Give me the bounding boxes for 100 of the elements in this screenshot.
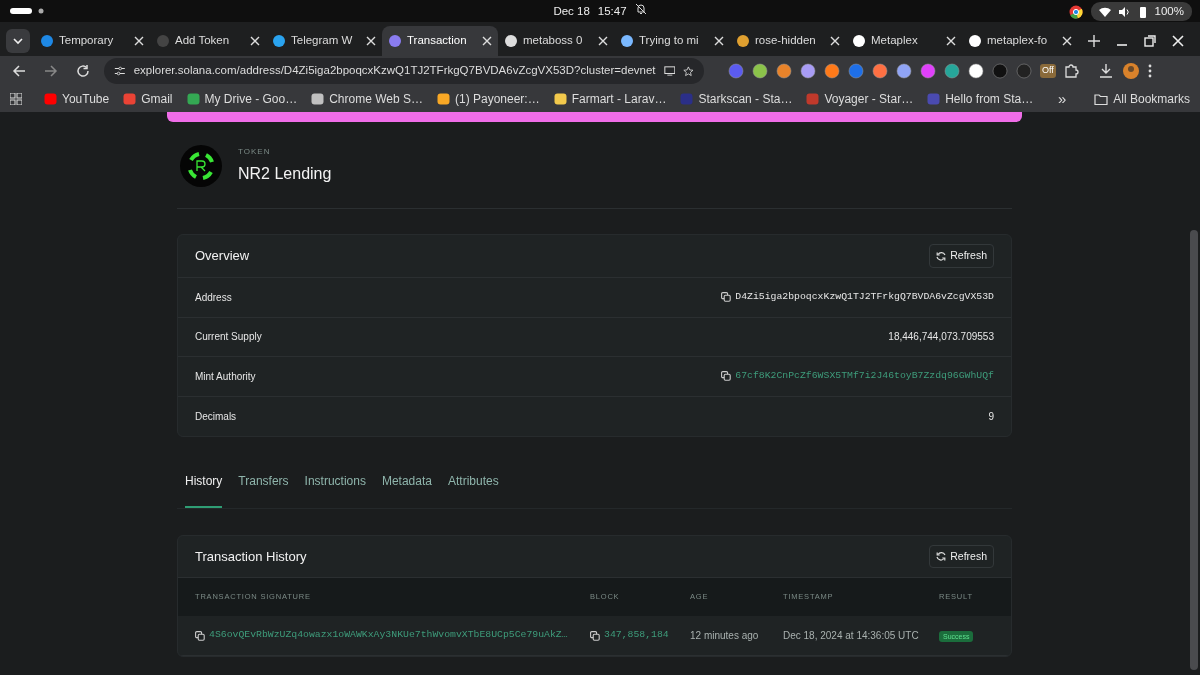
field-label: Address: [195, 290, 232, 305]
page-tab[interactable]: Transfers: [238, 462, 289, 508]
favicon-icon: [806, 93, 820, 105]
browser-tab[interactable]: Metaplex: [846, 26, 962, 56]
favicon-icon: [553, 93, 567, 105]
clock-date: Dec 18: [553, 4, 590, 19]
menu-icon[interactable]: [1147, 64, 1152, 78]
volume-icon: [1118, 6, 1131, 17]
token-name: NR2 Lending: [238, 164, 332, 184]
close-icon[interactable]: [1172, 35, 1184, 47]
timestamp-cell-text: Dec 18, 2024 at 14:36:05 UTC: [783, 629, 920, 643]
puzzle-piece-icon[interactable]: [1063, 63, 1080, 79]
signature-link[interactable]: 4S6ovQEvRbWzUZq4owazx1oWAWKxAy3NKUe7thWvomvXTbE8UCp5Ce79uAkZ…: [209, 628, 568, 643]
clock-time: 15:47: [597, 4, 627, 19]
status-menu[interactable]: 100%: [1090, 2, 1192, 22]
refresh-icon: [936, 250, 947, 262]
page-tab[interactable]: History: [185, 462, 223, 508]
copy-icon[interactable]: [721, 292, 732, 303]
token-logo-icon: [180, 145, 222, 187]
field-label: Current Supply: [195, 330, 262, 345]
close-icon[interactable]: [830, 36, 840, 46]
copy-icon[interactable]: [195, 630, 205, 641]
extension-icon[interactable]: [752, 63, 768, 79]
bookmark[interactable]: (1) Payoneer:…: [437, 90, 540, 108]
back-icon[interactable]: [12, 64, 26, 78]
bookmark[interactable]: My Drive - Goo…: [186, 90, 298, 108]
favicon-icon: [736, 34, 750, 48]
apps-grid-icon[interactable]: [10, 93, 22, 105]
close-icon[interactable]: [598, 36, 608, 46]
battery-percentage: 100%: [1154, 4, 1184, 19]
new-tab-icon[interactable]: [1088, 35, 1100, 47]
restore-icon[interactable]: [1144, 35, 1156, 47]
forward-icon[interactable]: [44, 64, 58, 78]
page-tab[interactable]: Metadata: [381, 462, 432, 508]
avatar-icon[interactable]: [1121, 62, 1140, 80]
close-icon[interactable]: [946, 36, 956, 46]
favicon-icon: [968, 34, 982, 48]
browser-tab[interactable]: Temporary: [34, 26, 150, 56]
favicon-icon: [186, 93, 200, 105]
close-icon[interactable]: [482, 36, 492, 46]
bookmark[interactable]: Hello from Sta…: [927, 90, 1034, 108]
bookmark[interactable]: Starkscan - Sta…: [680, 90, 793, 108]
favicon-icon: [680, 93, 694, 105]
browser-tab[interactable]: Transaction: [382, 26, 498, 56]
copy-icon[interactable]: [590, 630, 600, 641]
scrollbar-thumb[interactable]: [1190, 230, 1198, 670]
favicon-icon: [44, 93, 57, 105]
close-icon[interactable]: [1062, 36, 1072, 46]
download-icon[interactable]: [1097, 63, 1114, 79]
block-link[interactable]: 347,858,184: [604, 628, 669, 643]
copy-icon[interactable]: [721, 371, 732, 382]
browser-tab[interactable]: Add Token: [150, 26, 266, 56]
browser-tab[interactable]: rose-hidden: [730, 26, 846, 56]
close-icon[interactable]: [714, 36, 724, 46]
browser-tab[interactable]: metaboss 0: [498, 26, 614, 56]
chrome-icon[interactable]: [1068, 4, 1083, 19]
extension-badge[interactable]: Off: [1040, 64, 1056, 78]
address-link[interactable]: 67cf8K2CnPcZf6WSX5TMf7i2J46toyB7Zzdq96GWhUQf: [735, 368, 994, 384]
refresh-button[interactable]: Refresh: [929, 244, 994, 268]
favicon-icon: [156, 34, 170, 48]
bell-off-icon: [634, 3, 647, 15]
address-bar[interactable]: explorer.solana.com/address/D4Zi5iga2bpoqcxKzwQ1TJ2TFrkgQ7BVDA6vZcgVX53D?cluster=devnet: [104, 58, 704, 84]
favicon-icon: [620, 34, 634, 48]
bookmark[interactable]: Gmail: [123, 90, 173, 108]
bookmark[interactable]: Voyager - Star…: [806, 90, 914, 108]
bookmark[interactable]: Farmart - Larav…: [553, 90, 667, 108]
page-tab[interactable]: Instructions: [304, 462, 366, 508]
install-app-icon[interactable]: [663, 65, 676, 77]
browser-tab[interactable]: metaplex-fo: [962, 26, 1078, 56]
favicon-icon: [388, 34, 402, 48]
close-icon[interactable]: [366, 36, 376, 46]
bookmark[interactable]: YouTube: [44, 90, 110, 108]
site-info-icon[interactable]: [114, 65, 126, 77]
extension-icon[interactable]: [800, 63, 816, 79]
all-bookmarks-button[interactable]: All Bookmarks: [1094, 90, 1190, 108]
bookmark[interactable]: Chrome Web S…: [311, 90, 423, 108]
tab-search-icon[interactable]: [6, 29, 30, 53]
favicon-icon: [927, 93, 941, 105]
extension-icon[interactable]: [968, 63, 984, 79]
wifi-icon: [1098, 6, 1111, 17]
workspace-indicator-icon: [10, 6, 46, 16]
page-tab[interactable]: Attributes: [448, 462, 499, 508]
extension-icon[interactable]: [896, 63, 912, 79]
browser-tab[interactable]: Trying to mi: [614, 26, 730, 56]
battery-icon: [1138, 5, 1147, 18]
address-value: D4Zi5iga2bpoqcxKzwQ1TJ2TFrkgQ7BVDA6vZcgVX53D: [735, 289, 994, 304]
field-label: Decimals: [195, 409, 237, 424]
field-value: 9: [988, 409, 994, 424]
field-value: 18,446,744,073.709553: [888, 330, 994, 345]
favicon-icon: [123, 93, 137, 105]
refresh-button[interactable]: Refresh: [929, 544, 994, 569]
bookmark-star-icon[interactable]: [683, 64, 694, 78]
reload-icon[interactable]: [76, 64, 90, 78]
more-bookmarks-button[interactable]: »: [1057, 87, 1067, 111]
favicon-icon: [40, 34, 54, 48]
field-label: Mint Authority: [195, 369, 256, 384]
close-icon[interactable]: [134, 36, 144, 46]
browser-tab[interactable]: Telegram W: [266, 26, 382, 56]
close-icon[interactable]: [250, 36, 260, 46]
age-cell-text: 12 minutes ago: [690, 629, 760, 643]
